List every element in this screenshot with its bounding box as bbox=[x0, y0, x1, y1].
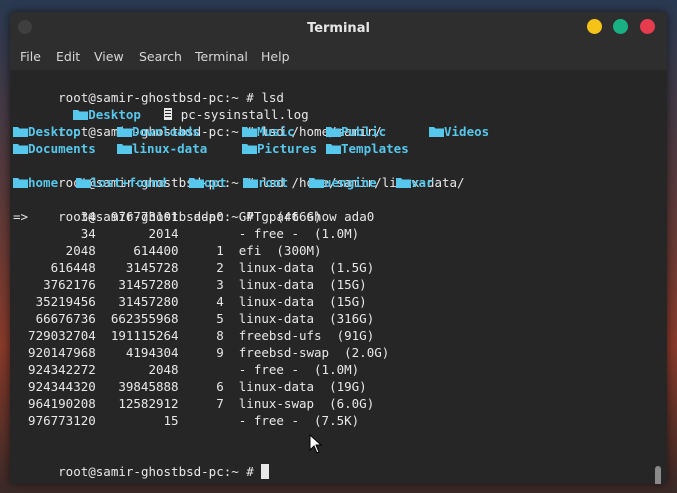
folder-icon bbox=[396, 177, 411, 188]
gpart-row: 920147968 4194304 9 freebsd-swap (2.0G) bbox=[13, 345, 390, 360]
menu-terminal[interactable]: Terminal bbox=[195, 44, 248, 70]
folder-icon bbox=[13, 177, 28, 188]
window-title: Terminal bbox=[307, 21, 370, 36]
command-line: root@samir-ghostbsd-pc:~ # lsd /home/sam… bbox=[13, 157, 464, 190]
folder-icon bbox=[189, 177, 204, 188]
gpart-header: => 34 976773101 ada0 GPT (466G) bbox=[13, 209, 322, 224]
menu-search[interactable]: Search bbox=[139, 44, 182, 70]
list-item: Desktop bbox=[28, 124, 81, 139]
folder-icon bbox=[429, 126, 444, 137]
title-bar[interactable]: Terminal bbox=[10, 12, 667, 44]
folder-icon bbox=[326, 126, 341, 137]
terminal-output[interactable]: root@samir-ghostbsd-pc:~ # lsd Desktop p… bbox=[10, 70, 667, 484]
list-item: home bbox=[28, 175, 59, 190]
gpart-row: 729032704 191115264 8 freebsd-ufs (91G) bbox=[13, 328, 375, 343]
gpart-row: 35219456 31457280 4 linux-data (15G) bbox=[13, 294, 367, 309]
menu-help[interactable]: Help bbox=[261, 44, 290, 70]
list-row: Documents linux-data Pictures Templates bbox=[13, 140, 653, 157]
list-item: Videos bbox=[444, 124, 490, 139]
gpart-row: 964190208 12582912 7 linux-swap (6.0G) bbox=[13, 396, 375, 411]
gpart-row: 924344320 39845888 6 linux-data (19G) bbox=[13, 379, 367, 394]
menu-bar: File Edit View Search Terminal Help bbox=[10, 44, 667, 70]
folder-icon bbox=[13, 126, 28, 137]
close-button[interactable] bbox=[640, 19, 655, 34]
terminal-window: Terminal File Edit View Search Terminal … bbox=[10, 12, 667, 484]
gpart-row: 976773120 15 - free - (7.5K) bbox=[13, 413, 360, 428]
list-row: home lost+found opt root uengine var bbox=[13, 174, 653, 191]
list-row: Desktop pc-sysinstall.log bbox=[13, 89, 653, 122]
list-item: linux-data bbox=[132, 141, 208, 156]
list-item: lost+found bbox=[91, 175, 167, 190]
folder-icon bbox=[13, 143, 28, 154]
list-item: root bbox=[258, 175, 289, 190]
folder-icon bbox=[76, 177, 91, 188]
list-item: var bbox=[411, 175, 434, 190]
gpart-row: 66676736 662355968 5 linux-data (316G) bbox=[13, 311, 375, 326]
scrollbar-thumb[interactable] bbox=[655, 466, 661, 484]
list-item: Pictures bbox=[257, 141, 318, 156]
command-line: root@samir-ghostbsd-pc:~ # bbox=[13, 446, 270, 479]
prompt: root@samir-ghostbsd-pc:~ # bbox=[58, 464, 254, 479]
mouse-pointer-icon bbox=[309, 434, 323, 454]
folder-icon bbox=[309, 177, 324, 188]
menu-edit[interactable]: Edit bbox=[56, 44, 80, 70]
folder-icon bbox=[242, 126, 257, 137]
command-line: root@samir-ghostbsd-pc:~ # lsd /home/sam… bbox=[13, 106, 382, 139]
text-cursor bbox=[261, 464, 270, 479]
folder-icon bbox=[117, 126, 132, 137]
menu-view[interactable]: View bbox=[94, 44, 124, 70]
minimize-button[interactable] bbox=[587, 19, 602, 34]
command-line: root@samir-ghostbsd-pc:~ # lsd bbox=[13, 72, 284, 105]
folder-icon bbox=[242, 143, 257, 154]
list-item: opt bbox=[204, 175, 227, 190]
maximize-button[interactable] bbox=[613, 19, 628, 34]
list-item: Templates bbox=[341, 141, 409, 156]
gpart-row: 2048 614400 1 efi (300M) bbox=[13, 243, 322, 258]
folder-icon bbox=[117, 143, 132, 154]
menu-file[interactable]: File bbox=[20, 44, 41, 70]
gpart-row: 3762176 31457280 3 linux-data (15G) bbox=[13, 277, 367, 292]
list-row: Desktop Downloads Music Public Videos bbox=[13, 123, 653, 140]
list-item: Music bbox=[257, 124, 295, 139]
command-line: root@samir-ghostbsd-pc:~ # gpart show ad… bbox=[13, 191, 374, 224]
list-item: Public bbox=[341, 124, 387, 139]
gpart-row: 924342272 2048 - free - (1.0M) bbox=[13, 362, 360, 377]
gpart-row: 616448 3145728 2 linux-data (1.5G) bbox=[13, 260, 375, 275]
list-item: Downloads bbox=[132, 124, 200, 139]
gpart-row: 34 2014 - free - (1.0M) bbox=[13, 226, 360, 241]
folder-icon bbox=[326, 143, 341, 154]
list-item: uengine bbox=[324, 175, 377, 190]
list-item: Documents bbox=[28, 141, 96, 156]
folder-icon bbox=[243, 177, 258, 188]
